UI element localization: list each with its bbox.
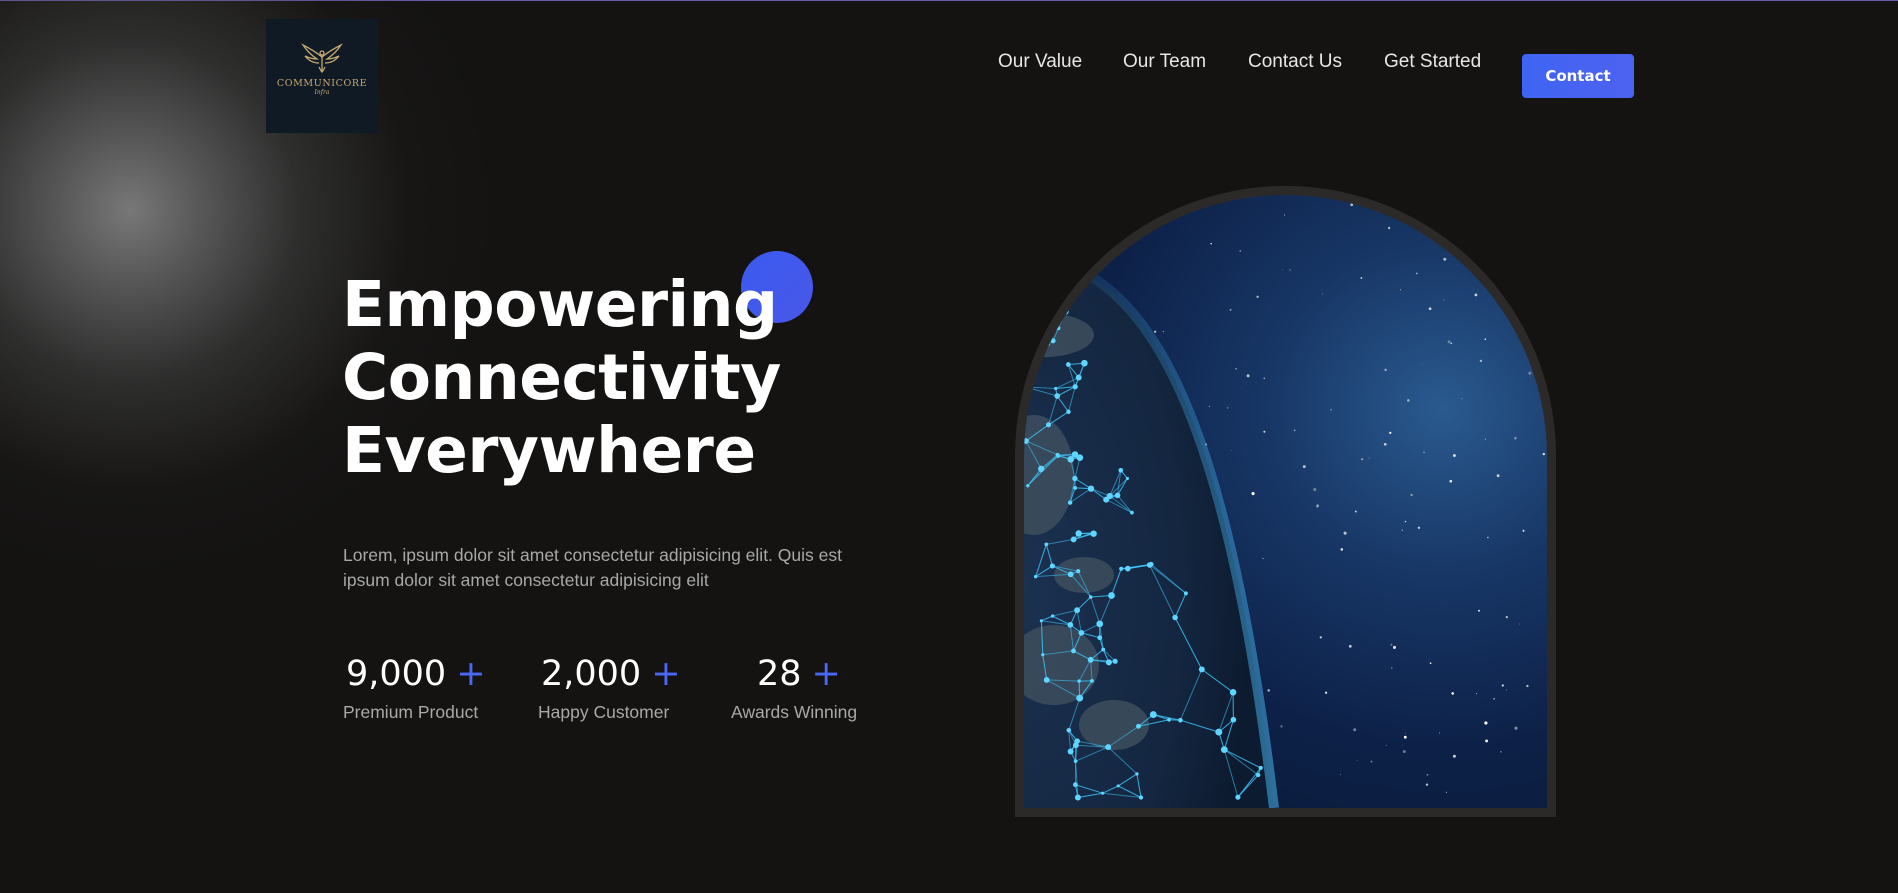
plus-icon: + [651, 654, 681, 694]
stat-label: Awards Winning [731, 702, 858, 722]
logo[interactable]: COMMUNICORE Infra [266, 19, 378, 133]
stat-number: 9,000 [346, 654, 447, 694]
stat-number: 28 [757, 654, 802, 694]
headline-line-3: Everywhere [342, 414, 756, 487]
stat-label: Premium Product [343, 702, 479, 722]
headline-line-1: Empowering [342, 268, 778, 341]
logo-name: COMMUNICORE [276, 78, 368, 89]
nav-contact-us[interactable]: Contact Us [1248, 51, 1342, 73]
stat-label: Happy Customer [538, 702, 670, 722]
plus-icon: + [456, 654, 486, 694]
stat-happy-customer: 2,000 + Happy Customer [538, 648, 681, 723]
earth-network-icon [1024, 195, 1547, 808]
stat-premium-product: 9,000 + Premium Product [343, 648, 486, 723]
logo-subtitle: Infra [314, 89, 330, 96]
nav-our-team[interactable]: Our Team [1123, 51, 1206, 73]
contact-button[interactable]: Contact [1522, 54, 1634, 98]
nav-our-value[interactable]: Our Value [998, 51, 1082, 73]
landing-page: COMMUNICORE Infra Our Value Our Team Con… [0, 0, 1898, 893]
stat-number: 2,000 [541, 654, 642, 694]
headline-line-2: Connectivity [342, 341, 781, 414]
earth-network-image [1024, 195, 1547, 808]
stat-value: 28 + [757, 648, 857, 700]
stat-value: 2,000 + [541, 648, 681, 700]
hero-description: Lorem, ipsum dolor sit amet consectetur … [343, 545, 842, 590]
stat-awards-winning: 28 + Awards Winning [731, 648, 857, 723]
hero-headline: Empowering Connectivity Everywhere [342, 268, 781, 487]
nav-get-started[interactable]: Get Started [1384, 51, 1481, 73]
plus-icon: + [811, 654, 841, 694]
stat-value: 9,000 + [346, 648, 486, 700]
phoenix-logo-icon [301, 43, 343, 73]
